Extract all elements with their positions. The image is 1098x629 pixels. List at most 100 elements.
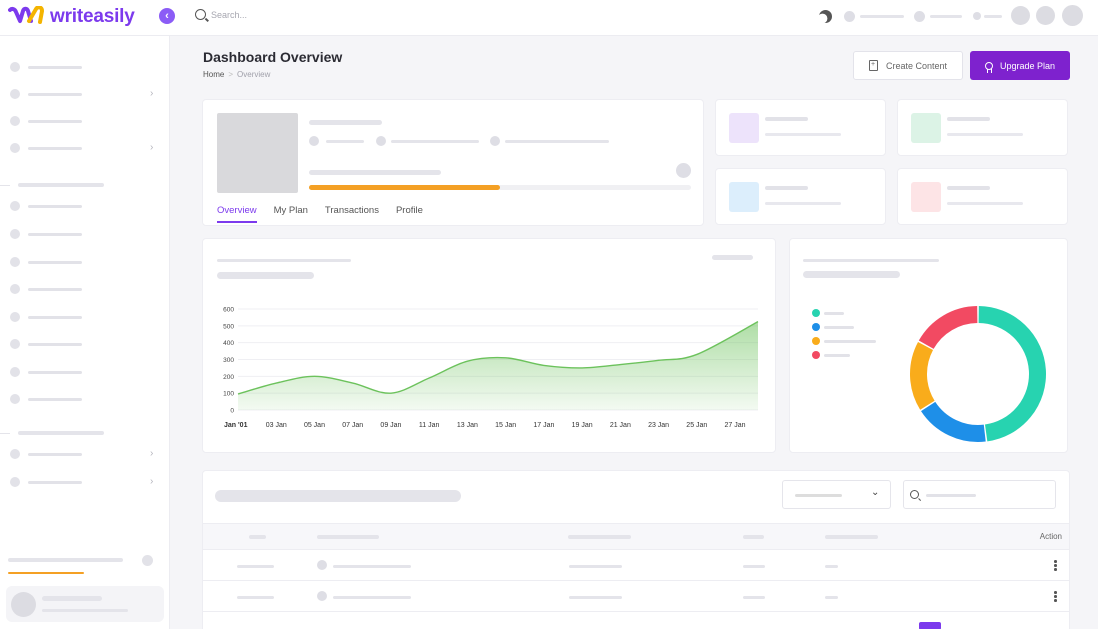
- stat-card[interactable]: [897, 99, 1068, 156]
- area-chart-card: 0 100 200 300 400 500 600 Jan '01 03 Jan 05 Jan 07…: [202, 238, 776, 453]
- sidebar-item[interactable]: ›: [10, 448, 160, 461]
- legend-swatch: [812, 351, 820, 359]
- sidebar-item[interactable]: [10, 257, 160, 269]
- stat-card[interactable]: [897, 168, 1068, 225]
- app-root: writeasily ‹ › › ›: [0, 0, 1098, 629]
- x-tick-label: 15 Jan: [495, 422, 516, 429]
- tab-transactions[interactable]: Transactions: [325, 205, 379, 223]
- y-tick-label: 0: [230, 408, 234, 415]
- y-tick-label: 600: [223, 307, 234, 314]
- y-tick-label: 100: [223, 391, 234, 398]
- table-row[interactable]: [203, 582, 1069, 612]
- upgrade-plan-button[interactable]: Upgrade Plan: [970, 51, 1070, 80]
- y-tick-label: 300: [223, 357, 234, 364]
- brand-logo[interactable]: writeasily: [8, 4, 135, 30]
- info-icon[interactable]: [676, 163, 691, 178]
- sidebar-divider: [0, 185, 10, 186]
- profile-card: Overview My Plan Transactions Profile: [202, 99, 704, 226]
- brand-name: writeasily: [50, 6, 135, 27]
- sidebar-item[interactable]: [10, 201, 160, 213]
- message-dot[interactable]: [914, 11, 925, 22]
- sidebar-item[interactable]: [10, 312, 160, 324]
- dark-mode-icon[interactable]: [819, 10, 832, 23]
- sidebar-item[interactable]: [10, 284, 160, 296]
- status-dot[interactable]: [973, 12, 981, 20]
- x-tick-label: 27 Jan: [725, 422, 746, 429]
- sidebar-section-heading: [18, 431, 104, 435]
- meta-icon: [309, 136, 319, 146]
- column-header[interactable]: [825, 535, 878, 539]
- page-title: Dashboard Overview: [203, 49, 343, 65]
- user-role: [42, 609, 128, 612]
- donut-slice[interactable]: [918, 306, 978, 350]
- stat-card[interactable]: [715, 99, 886, 156]
- progress-label: [309, 170, 441, 175]
- meta-icon: [490, 136, 500, 146]
- donut-slice[interactable]: [921, 401, 986, 442]
- meta-text: [391, 140, 479, 143]
- sidebar-item[interactable]: ›: [10, 88, 160, 101]
- legend-swatch: [812, 323, 820, 331]
- area-fill: [238, 321, 758, 410]
- search-icon: [910, 490, 919, 499]
- stat-icon: [911, 182, 941, 212]
- x-tick-label: 11 Jan: [419, 422, 440, 429]
- top-bar: writeasily ‹: [0, 0, 1098, 36]
- tab-profile[interactable]: Profile: [396, 205, 423, 223]
- create-content-button[interactable]: Create Content: [853, 51, 963, 80]
- sidebar-item[interactable]: [10, 367, 160, 379]
- column-header[interactable]: [317, 535, 379, 539]
- sidebar-item[interactable]: [10, 394, 160, 406]
- user-avatar[interactable]: [1062, 5, 1083, 26]
- chevron-right-icon: ›: [150, 448, 154, 459]
- sidebar-user-card[interactable]: [6, 586, 164, 622]
- x-tick-label: 21 Jan: [610, 422, 631, 429]
- notification-dot[interactable]: [844, 11, 855, 22]
- x-tick-label: Jan '01: [224, 422, 248, 429]
- filter-select[interactable]: ⌄: [782, 480, 891, 509]
- chevron-down-icon: ⌄: [871, 487, 880, 498]
- sidebar-item[interactable]: [10, 229, 160, 241]
- sidebar-collapse-button[interactable]: ‹: [159, 8, 175, 24]
- sidebar-item[interactable]: ›: [10, 476, 160, 489]
- profile-progress: [309, 185, 691, 190]
- search-input[interactable]: [211, 9, 331, 20]
- profile-name: [309, 120, 382, 125]
- chevron-right-icon: ›: [150, 88, 154, 99]
- legend-swatch: [812, 309, 820, 317]
- x-tick-label: 09 Jan: [380, 422, 401, 429]
- breadcrumb-home[interactable]: Home: [203, 70, 224, 79]
- meta-icon: [376, 136, 386, 146]
- sidebar-item[interactable]: [10, 116, 160, 128]
- table-row[interactable]: [203, 551, 1069, 581]
- apps-avatar[interactable]: [1011, 6, 1030, 25]
- donut-slice[interactable]: [978, 306, 1046, 442]
- sidebar-item[interactable]: [10, 339, 160, 351]
- column-header[interactable]: [743, 535, 764, 539]
- chevron-right-icon: ›: [150, 142, 154, 153]
- donut-chart: [910, 306, 1046, 442]
- sidebar-section-heading: [18, 183, 104, 187]
- pagination-active-page[interactable]: [919, 622, 941, 629]
- table-search[interactable]: [903, 480, 1056, 509]
- tab-overview[interactable]: Overview: [217, 205, 257, 223]
- stat-card[interactable]: [715, 168, 886, 225]
- breadcrumb-separator: >: [228, 70, 234, 79]
- sidebar-item[interactable]: [10, 62, 160, 74]
- create-content-label: Create Content: [885, 60, 948, 71]
- global-search[interactable]: [195, 9, 331, 20]
- sidebar-item[interactable]: ›: [10, 142, 160, 155]
- donut-slice[interactable]: [910, 341, 935, 410]
- x-tick-label: 13 Jan: [457, 422, 478, 429]
- more-options-icon[interactable]: [1054, 560, 1057, 572]
- settings-avatar[interactable]: [1036, 6, 1055, 25]
- column-header[interactable]: [249, 535, 266, 539]
- column-header[interactable]: [568, 535, 631, 539]
- more-options-icon[interactable]: [1054, 591, 1057, 603]
- storage-info-icon[interactable]: [142, 555, 153, 566]
- sidebar: › › › ›: [0, 36, 170, 629]
- x-tick-label: 19 Jan: [572, 422, 593, 429]
- tab-my-plan[interactable]: My Plan: [274, 205, 308, 223]
- profile-image: [217, 113, 298, 193]
- table-header: Action: [203, 523, 1069, 550]
